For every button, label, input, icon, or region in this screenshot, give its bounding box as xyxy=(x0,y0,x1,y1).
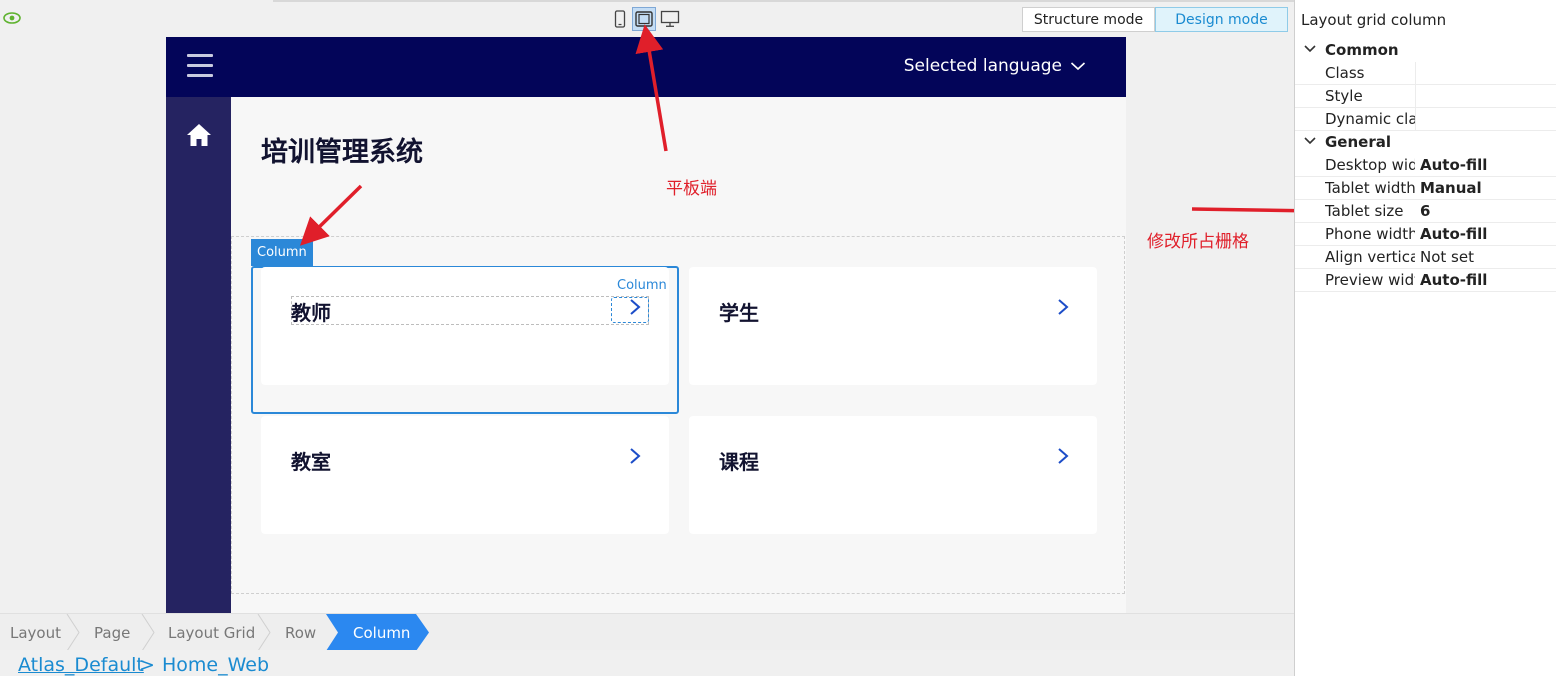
section-general[interactable]: General xyxy=(1295,131,1556,153)
breadcrumb-item-layout-grid[interactable]: Layout Grid xyxy=(168,614,255,651)
section-label: Common xyxy=(1325,41,1399,59)
properties-title: Layout grid column xyxy=(1301,11,1447,29)
breadcrumb-item-page[interactable]: Page xyxy=(94,614,130,651)
prop-value[interactable]: Auto-fill xyxy=(1420,271,1487,289)
project-link[interactable]: Atlas_Default xyxy=(18,654,144,676)
prop-row-preview-width[interactable]: Preview width Auto-fill xyxy=(1295,269,1556,292)
prop-row-tablet-size[interactable]: Tablet size 6 xyxy=(1295,200,1556,223)
prop-key: Preview width xyxy=(1325,271,1415,289)
prop-row-phone-width[interactable]: Phone width Auto-fill xyxy=(1295,223,1556,246)
prop-key: Phone width xyxy=(1325,225,1415,243)
path-separator: > xyxy=(139,654,155,676)
prop-row-align-vertical[interactable]: Align vertical Not set xyxy=(1295,246,1556,269)
breadcrumb-item-row[interactable]: Row xyxy=(285,614,316,651)
breadcrumb-separator xyxy=(141,614,155,651)
breadcrumb-item-layout[interactable]: Layout xyxy=(10,614,61,651)
properties-panel: Layout grid column Common Class Style Dy… xyxy=(1294,0,1556,676)
document-path: Atlas_Default > Home_Web xyxy=(0,650,1294,676)
prop-key: Class xyxy=(1325,64,1365,82)
prop-value[interactable]: Not set xyxy=(1420,248,1474,266)
prop-value[interactable]: Auto-fill xyxy=(1420,225,1487,243)
prop-value[interactable]: 6 xyxy=(1420,202,1430,220)
collapse-chevron-icon[interactable] xyxy=(1304,45,1316,53)
breadcrumb-separator xyxy=(257,614,271,651)
breadcrumb-separator xyxy=(66,614,80,651)
prop-row-dynamic-class[interactable]: Dynamic clas xyxy=(1295,108,1556,131)
prop-value[interactable]: Manual xyxy=(1420,179,1482,197)
collapse-chevron-icon[interactable] xyxy=(1304,137,1316,145)
prop-value[interactable]: Auto-fill xyxy=(1420,156,1487,174)
prop-key: Align vertical xyxy=(1325,248,1415,266)
breadcrumb: Layout Page Layout Grid Row Column xyxy=(0,613,1294,651)
prop-key: Style xyxy=(1325,87,1363,105)
prop-key: Dynamic clas xyxy=(1325,110,1415,128)
prop-row-class[interactable]: Class xyxy=(1295,62,1556,85)
section-common[interactable]: Common xyxy=(1295,39,1556,61)
prop-row-tablet-width[interactable]: Tablet width Manual xyxy=(1295,177,1556,200)
prop-key: Desktop widt xyxy=(1325,156,1415,174)
prop-key: Tablet size xyxy=(1325,202,1404,220)
arrow-to-column xyxy=(300,184,363,246)
prop-key: Tablet width xyxy=(1325,179,1415,197)
prop-row-desktop-width[interactable]: Desktop widt Auto-fill xyxy=(1295,154,1556,177)
breadcrumb-item-column[interactable]: Column xyxy=(353,614,410,651)
page-link[interactable]: Home_Web xyxy=(162,654,269,676)
prop-row-style[interactable]: Style xyxy=(1295,85,1556,108)
arrow-to-tablet-button xyxy=(635,24,668,152)
section-label: General xyxy=(1325,133,1391,151)
